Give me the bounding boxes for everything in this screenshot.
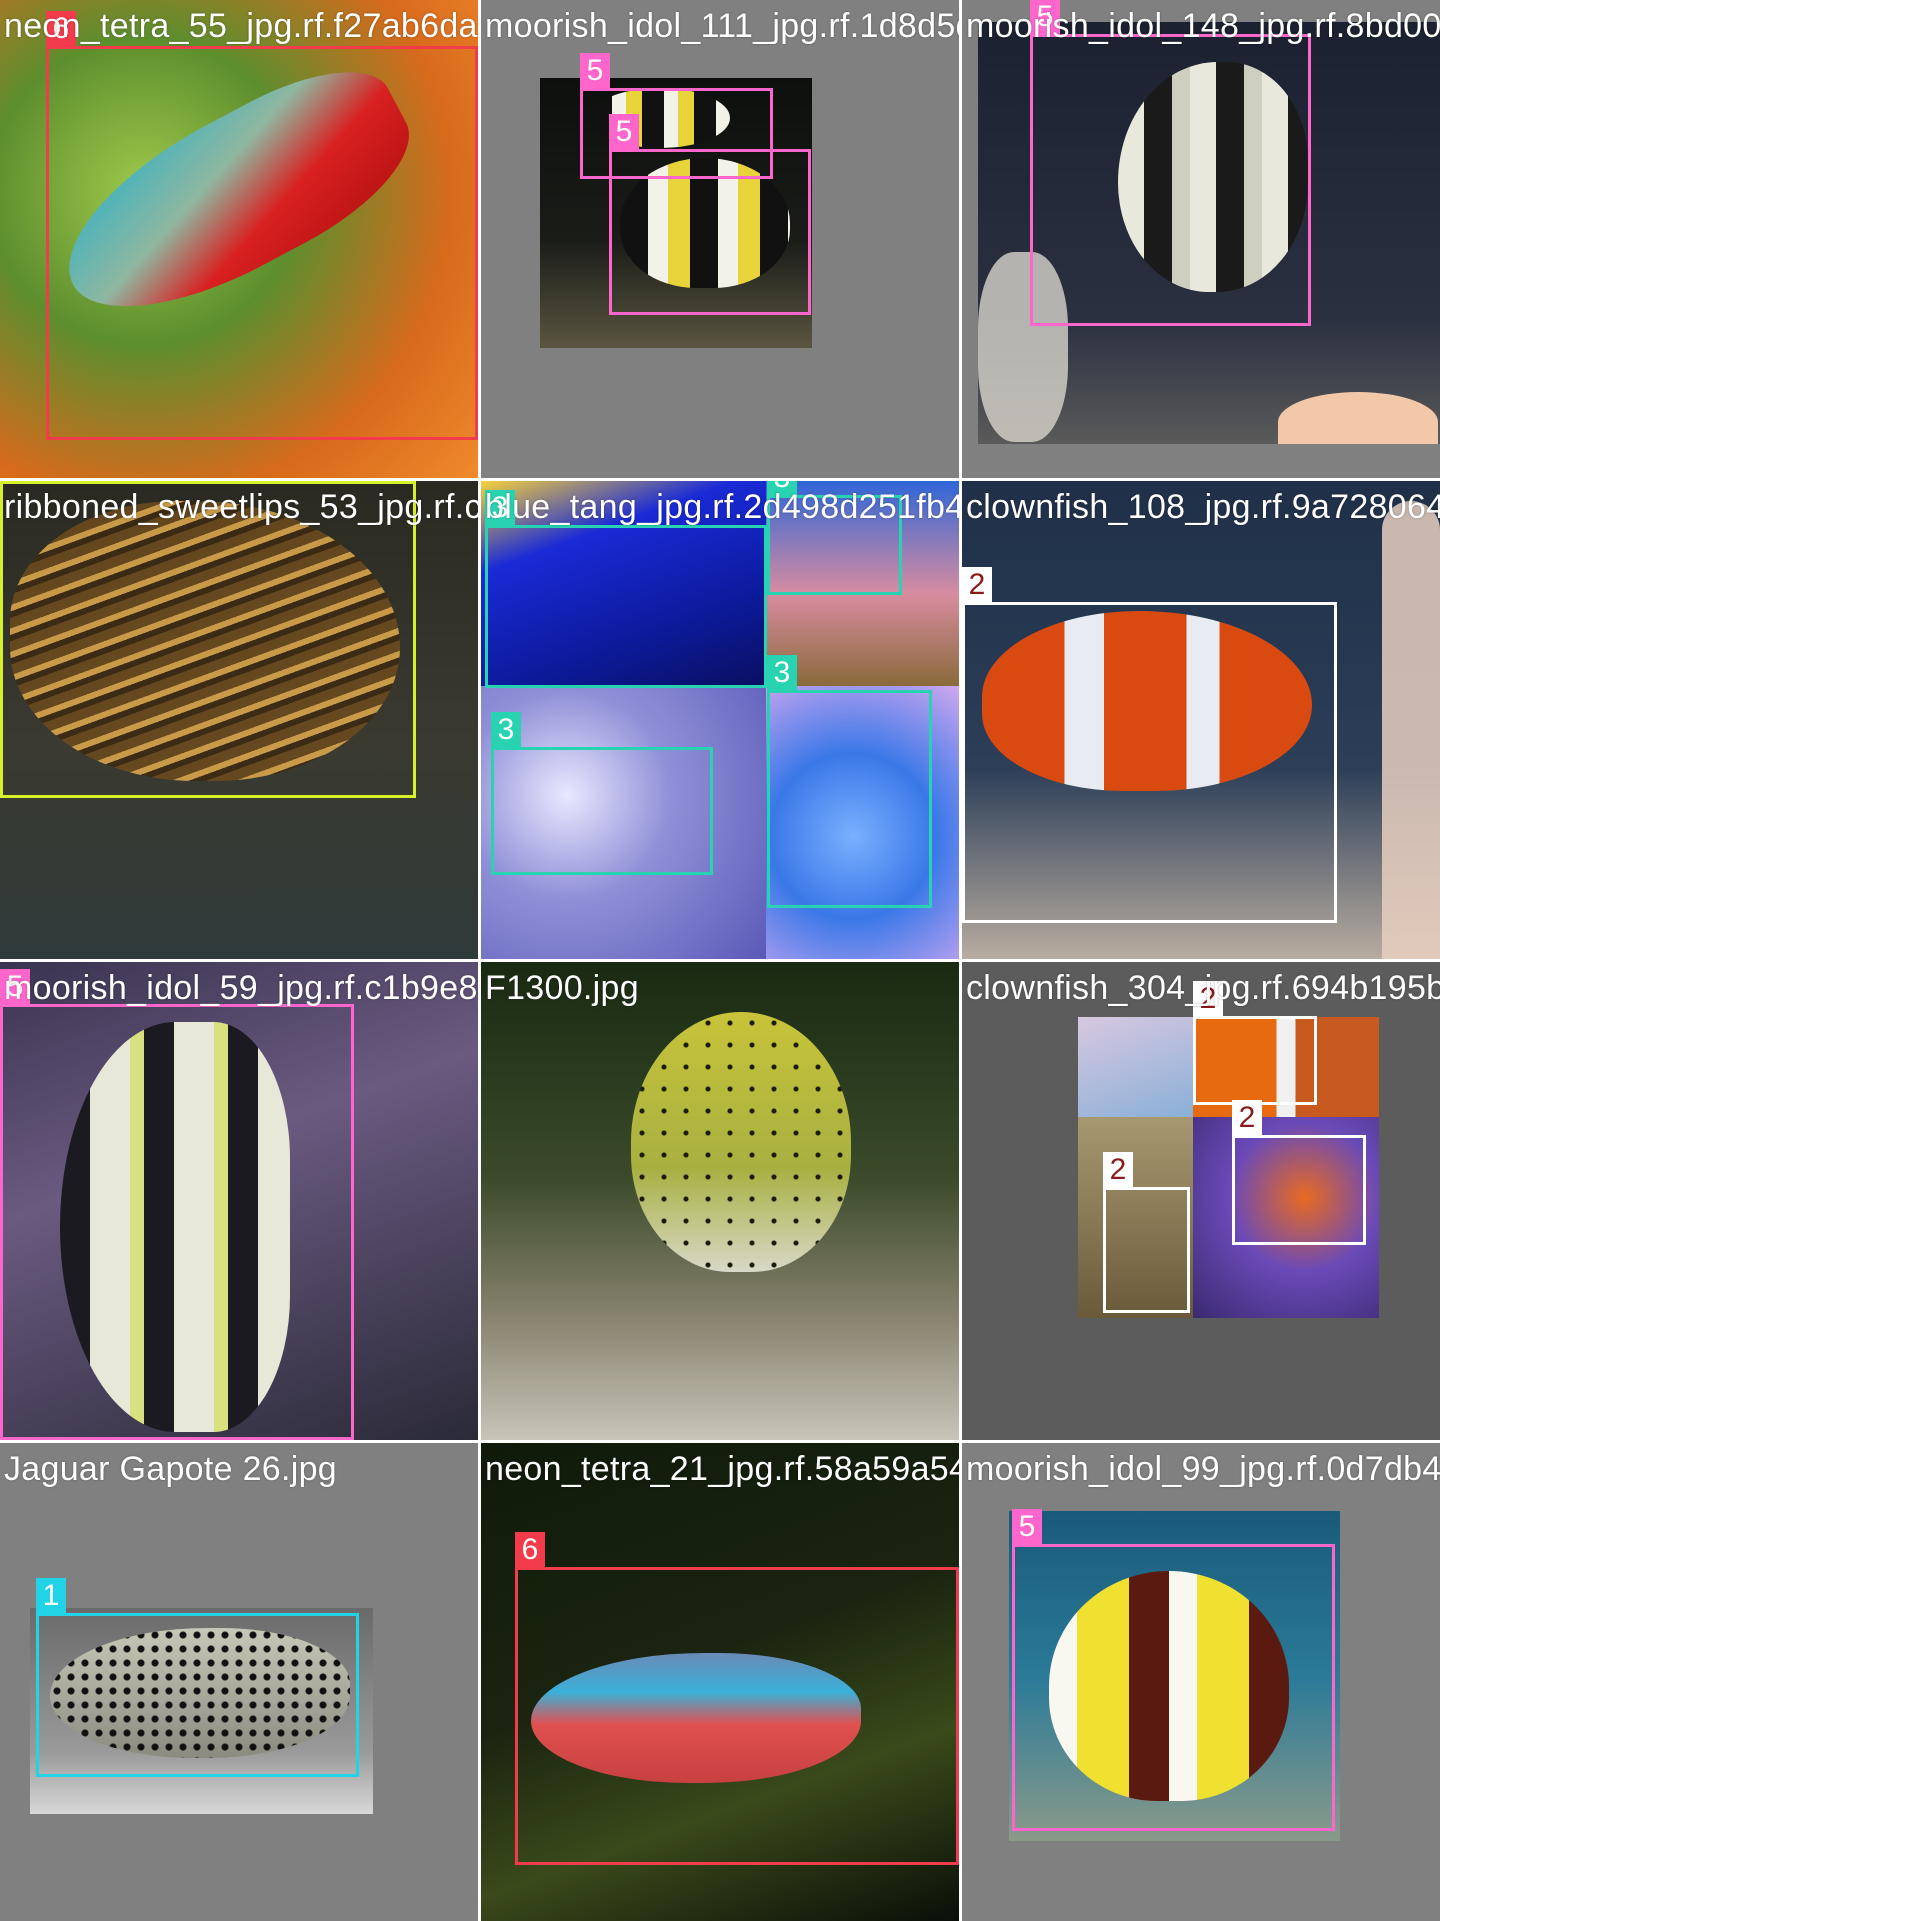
bbox-label: 6 (515, 1532, 545, 1568)
image-filename: Jaguar Gapote 26.jpg (4, 1450, 338, 1488)
image-filename: neon_tetra_21_jpg.rf.58a59a54ee26ff09 (485, 1450, 959, 1488)
tile-moorish-idol-111: 5 5 moorish_idol_111_jpg.rf.1d8d5d0c523c… (481, 0, 959, 478)
fish-spotted-puffer (631, 1012, 851, 1272)
bbox-class-3: 3 (491, 712, 713, 875)
bbox-class-1: 1 (36, 1578, 359, 1777)
bbox-class-3: 3 (485, 490, 767, 688)
coral (1382, 501, 1440, 959)
bbox-class-3: 3 (767, 655, 932, 908)
tile-clownfish-108: 2 clownfish_108_jpg.rf.9a72806438bd6afc4… (962, 481, 1440, 959)
tile-ribboned-sweetlips-53: 7 ribboned_sweetlips_53_jpg.rf.c5a7c807 (0, 481, 478, 959)
tile-neon-tetra-55: 6 neon_tetra_55_jpg.rf.f27ab6da39639f7b2… (0, 0, 478, 478)
bbox-label: 3 (491, 712, 521, 748)
tile-f1300: F1300.jpg (481, 962, 959, 1440)
bbox-label: 2 (1103, 1152, 1133, 1188)
bbox-class-2: 2 (962, 567, 1337, 923)
bbox-class-6: 6 (46, 11, 478, 440)
image-filename: neon_tetra_55_jpg.rf.f27ab6da39639f7b2d3 (4, 7, 478, 45)
image-filename: blue_tang_jpg.rf.2d498d251fb4fe1086 (485, 488, 959, 526)
bbox-class-2: 2 (1103, 1152, 1190, 1313)
image-filename: clownfish_304_jpg.rf.694b195b7ec9760b215 (966, 969, 1440, 1007)
bbox-class-5: 5 (1030, 0, 1311, 326)
bbox-class-5: 5 (609, 114, 811, 315)
tile-clownfish-304: 2 2 2 clownfish_304_jpg.rf.694b195b7ec97… (962, 962, 1440, 1440)
photo-coral (1078, 1017, 1193, 1117)
bbox-label: 2 (962, 567, 992, 603)
tile-neon-tetra-21: 6 neon_tetra_21_jpg.rf.58a59a54ee26ff09 (481, 1443, 959, 1921)
tile-jaguar-gapote-26: 1 Jaguar Gapote 26.jpg (0, 1443, 478, 1921)
bbox-label: 1 (36, 1578, 66, 1614)
image-filename: F1300.jpg (485, 969, 639, 1007)
bbox-class-5: 5 (1012, 1509, 1335, 1831)
image-filename: moorish_idol_59_jpg.rf.c1b9e833ce4500 (4, 969, 478, 1007)
bbox-label: 2 (1232, 1100, 1262, 1136)
bbox-class-2: 2 (1193, 981, 1317, 1105)
image-filename: moorish_idol_111_jpg.rf.1d8d5d0c523cd11 (485, 7, 959, 45)
tile-moorish-idol-99: 5 moorish_idol_99_jpg.rf.0d7db411458b195… (962, 1443, 1440, 1921)
bbox-class-5: 5 (0, 969, 354, 1440)
tile-moorish-idol-59: 5 moorish_idol_59_jpg.rf.c1b9e833ce4500 (0, 962, 478, 1440)
coral (1278, 392, 1438, 444)
detection-mosaic: 6 neon_tetra_55_jpg.rf.f27ab6da39639f7b2… (0, 0, 1440, 1921)
bbox-label: 7 (0, 481, 30, 482)
bbox-label: 3 (767, 655, 797, 691)
bbox-class-7: 7 (0, 481, 416, 798)
image-filename: moorish_idol_99_jpg.rf.0d7db411458b195f8 (966, 1450, 1440, 1488)
bbox-class-6: 6 (515, 1532, 959, 1865)
tile-blue-tang: 3 3 3 3 blue_tang_jpg.rf.2d498d251fb4fe1… (481, 481, 959, 959)
image-filename: ribboned_sweetlips_53_jpg.rf.c5a7c807 (4, 488, 478, 526)
image-filename: moorish_idol_148_jpg.rf.8bd0074c88446144 (966, 7, 1440, 45)
tile-moorish-idol-148: 5 moorish_idol_148_jpg.rf.8bd0074c884461… (962, 0, 1440, 478)
bbox-label: 5 (580, 53, 610, 89)
image-filename: clownfish_108_jpg.rf.9a72806438bd6afc4f (966, 488, 1440, 526)
bbox-label: 5 (609, 114, 639, 150)
bbox-class-2: 2 (1232, 1100, 1366, 1245)
bbox-label: 5 (1012, 1509, 1042, 1545)
